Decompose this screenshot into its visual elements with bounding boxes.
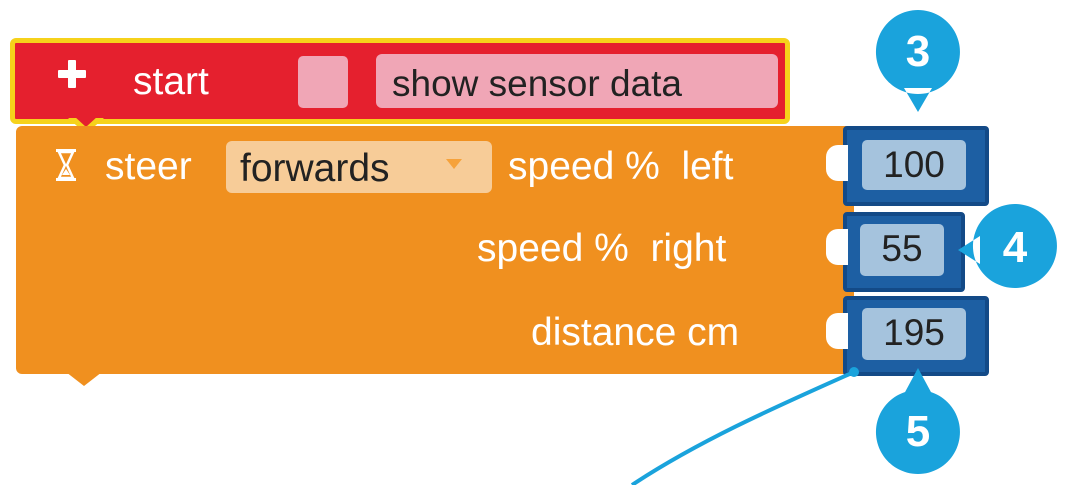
- callout-3-number: 3: [905, 27, 931, 76]
- callout-5-pointer-dot: [849, 367, 859, 377]
- callout-4-number: 4: [1002, 223, 1028, 272]
- callout-5-number: 5: [905, 407, 931, 456]
- callout-5-pointer-line: [630, 370, 855, 485]
